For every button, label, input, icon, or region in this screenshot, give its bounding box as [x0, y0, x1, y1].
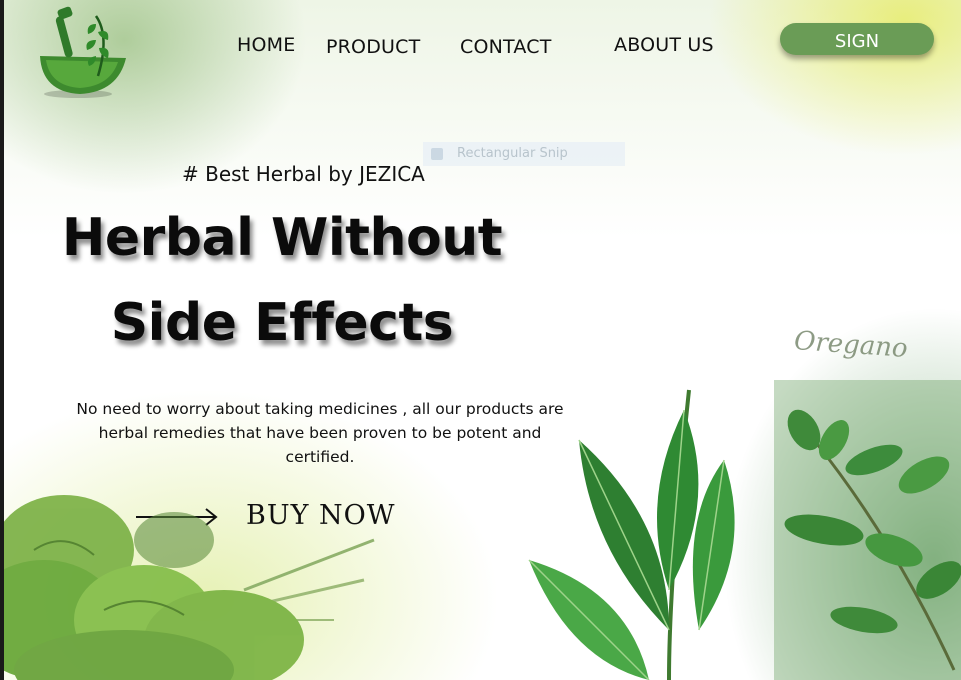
nav-home-link[interactable]: HOME: [237, 34, 295, 56]
rectangular-snip-overlay[interactable]: Rectangular Snip: [423, 142, 625, 166]
snip-label: Rectangular Snip: [457, 146, 568, 161]
hero-tagline: # Best Herbal by JEZICA: [182, 162, 425, 186]
nav-about-link[interactable]: ABOUT US: [614, 34, 714, 56]
hero-headline-line2: Side Effects: [110, 293, 454, 353]
mortar-leaf-logo[interactable]: [32, 6, 132, 100]
herb-bundle-image: [4, 495, 375, 680]
hero-headline-line1: Herbal Without: [61, 208, 503, 268]
nav-product-link[interactable]: PRODUCT: [326, 36, 420, 58]
hero-description: No need to worry about taking medicines …: [76, 400, 564, 466]
bay-leaves-image: [528, 389, 735, 680]
nav-contact-link[interactable]: CONTACT: [460, 36, 552, 58]
snip-icon: [431, 148, 443, 160]
page-frame: HOME PRODUCT CONTACT ABOUT US SIGN Recta…: [0, 0, 961, 680]
oregano-sprig-image: [774, 380, 961, 680]
sign-button[interactable]: SIGN: [780, 23, 934, 55]
